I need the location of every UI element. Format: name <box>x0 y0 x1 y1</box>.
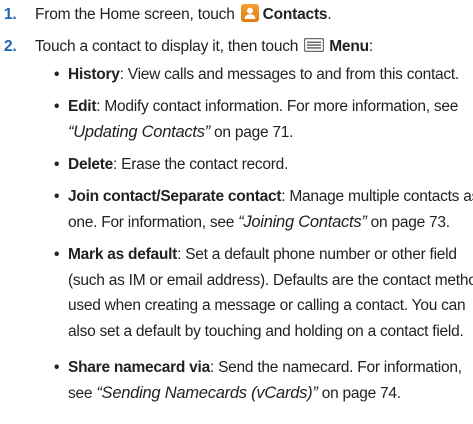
bullet-term: Edit <box>68 98 97 115</box>
bullet-description: : Modify contact information. For more i… <box>96 98 459 115</box>
menu-label: Menu <box>329 38 369 55</box>
step-text-after: . <box>327 6 332 23</box>
cross-reference-link[interactable]: “Joining Contacts” <box>238 213 367 231</box>
bullet-description: : Set a default phone number or other fi… <box>177 246 457 263</box>
step-number: 2. <box>4 38 17 55</box>
bullet-dot: • <box>54 156 60 173</box>
step-text: From the Home screen, touch Contacts. <box>35 4 332 26</box>
bullet-term: Share namecard via <box>68 359 210 376</box>
bullet-term: History <box>68 66 120 83</box>
bullet-dot: • <box>54 246 60 263</box>
bullet-description: : Manage multiple contacts as <box>281 188 473 205</box>
bullet-description: (such as IM or email address). Defaults … <box>68 271 473 289</box>
bullet-description: one. For information, see <box>68 213 239 231</box>
bullet-description: used when creating a message or calling … <box>68 297 466 314</box>
bullet-term: Mark as default <box>68 246 178 263</box>
step-text-before: Touch a contact to display it, then touc… <box>35 38 299 55</box>
bullet-description: see <box>68 384 97 402</box>
step-text-after: : <box>368 38 373 55</box>
bullet-dot: • <box>54 66 60 83</box>
page-reference: on page 71. <box>210 123 294 141</box>
cross-reference-link[interactable]: “Updating Contacts” <box>68 123 210 141</box>
cross-reference-link[interactable]: “Sending Namecards (vCards)” <box>96 384 318 402</box>
bullet-description: : Erase the contact record. <box>113 156 289 173</box>
contacts-label: Contacts <box>262 6 328 23</box>
bullet-term: Join contact/Separate contact <box>68 188 282 205</box>
step-text-before: From the Home screen, touch <box>35 6 235 23</box>
bullet-description: : Send the namecard. For information, <box>209 359 462 376</box>
page-reference: on page 73. <box>366 213 450 231</box>
page-reference: on page 74. <box>317 384 401 402</box>
contacts-app-icon <box>240 4 259 22</box>
manual-page: 1. From the Home screen, touch Contacts. … <box>0 0 473 424</box>
bullet-description: : View calls and messages to and from th… <box>119 66 460 83</box>
bullet-dot: • <box>54 98 60 115</box>
bullet-dot: • <box>54 188 60 205</box>
step-number: 1. <box>4 6 17 23</box>
bullet-term: Delete <box>68 156 114 173</box>
menu-icon <box>304 37 325 53</box>
bullet-description: also set a default by touching and holdi… <box>68 322 464 340</box>
step-text: Touch a contact to display it, then touc… <box>35 36 373 58</box>
bullet-dot: • <box>54 359 60 376</box>
